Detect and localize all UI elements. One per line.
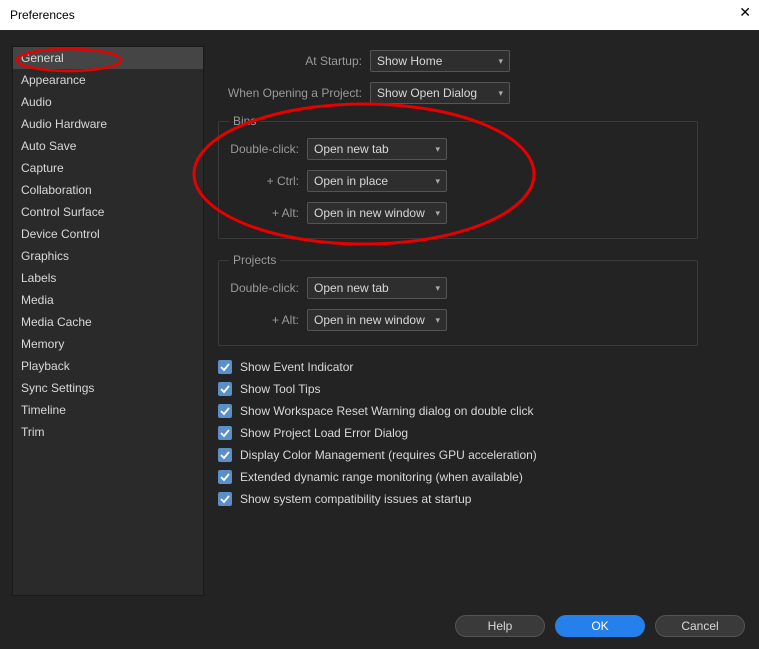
chevron-down-icon: ▾ [435,208,440,219]
projects-alt-label: + Alt: [229,313,307,327]
checkbox-row: Show Workspace Reset Warning dialog on d… [218,404,747,418]
checkbox-row: Display Color Management (requires GPU a… [218,448,747,462]
bins-alt-select[interactable]: Open in new window ▾ [307,202,447,224]
checkbox-list: Show Event Indicator Show Tool Tips Show W… [218,360,747,506]
bins-ctrl-value: Open in place [314,174,388,188]
checkbox[interactable] [218,404,232,418]
projects-alt-select[interactable]: Open in new window ▾ [307,309,447,331]
main-panel: At Startup: Show Home ▾ When Opening a P… [218,46,747,596]
checkbox-label: Show Project Load Error Dialog [240,426,408,440]
sidebar-item-media[interactable]: Media [13,289,203,311]
chevron-down-icon: ▾ [435,283,440,294]
open-project-value: Show Open Dialog [377,86,477,100]
sidebar: GeneralAppearanceAudioAudio HardwareAuto… [12,46,204,596]
projects-alt-value: Open in new window [314,313,425,327]
checkbox-label: Show Workspace Reset Warning dialog on d… [240,404,533,418]
bins-dblclick-label: Double-click: [229,142,307,156]
bins-legend: Bins [229,114,260,128]
sidebar-item-capture[interactable]: Capture [13,157,203,179]
open-project-select[interactable]: Show Open Dialog ▾ [370,82,510,104]
sidebar-item-timeline[interactable]: Timeline [13,399,203,421]
chevron-down-icon: ▾ [435,315,440,326]
checkbox-label: Display Color Management (requires GPU a… [240,448,537,462]
bins-ctrl-label: + Ctrl: [229,174,307,188]
projects-dblclick-select[interactable]: Open new tab ▾ [307,277,447,299]
close-icon[interactable]: ✕ [739,4,751,21]
chevron-down-icon: ▾ [498,56,503,67]
help-button[interactable]: Help [455,615,545,637]
projects-dblclick-label: Double-click: [229,281,307,295]
chevron-down-icon: ▾ [435,176,440,187]
sidebar-item-audio-hardware[interactable]: Audio Hardware [13,113,203,135]
at-startup-value: Show Home [377,54,442,68]
projects-dblclick-value: Open new tab [314,281,389,295]
checkbox-row: Show Event Indicator [218,360,747,374]
sidebar-item-playback[interactable]: Playback [13,355,203,377]
projects-group: Projects Double-click: Open new tab ▾ + … [218,253,698,346]
sidebar-item-trim[interactable]: Trim [13,421,203,443]
titlebar: Preferences ✕ [0,0,759,30]
checkbox-label: Show system compatibility issues at star… [240,492,471,506]
bins-ctrl-select[interactable]: Open in place ▾ [307,170,447,192]
bins-dblclick-value: Open new tab [314,142,389,156]
sidebar-item-audio[interactable]: Audio [13,91,203,113]
sidebar-item-control-surface[interactable]: Control Surface [13,201,203,223]
sidebar-item-memory[interactable]: Memory [13,333,203,355]
at-startup-select[interactable]: Show Home ▾ [370,50,510,72]
sidebar-item-media-cache[interactable]: Media Cache [13,311,203,333]
checkbox-label: Show Tool Tips [240,382,321,396]
window-title: Preferences [10,8,75,22]
chevron-down-icon: ▾ [498,88,503,99]
checkbox-row: Extended dynamic range monitoring (when … [218,470,747,484]
bins-group: Bins Double-click: Open new tab ▾ + Ctrl… [218,114,698,239]
checkbox-label: Extended dynamic range monitoring (when … [240,470,523,484]
sidebar-item-graphics[interactable]: Graphics [13,245,203,267]
checkbox[interactable] [218,448,232,462]
checkbox-label: Show Event Indicator [240,360,353,374]
footer: Help OK Cancel [455,615,745,637]
sidebar-item-sync-settings[interactable]: Sync Settings [13,377,203,399]
sidebar-item-labels[interactable]: Labels [13,267,203,289]
checkbox[interactable] [218,492,232,506]
checkbox-row: Show system compatibility issues at star… [218,492,747,506]
at-startup-label: At Startup: [218,54,370,68]
ok-button[interactable]: OK [555,615,645,637]
checkbox[interactable] [218,426,232,440]
checkbox[interactable] [218,360,232,374]
chevron-down-icon: ▾ [435,144,440,155]
dialog-body: GeneralAppearanceAudioAudio HardwareAuto… [0,30,759,649]
bins-alt-label: + Alt: [229,206,307,220]
checkbox[interactable] [218,470,232,484]
checkbox-row: Show Tool Tips [218,382,747,396]
projects-legend: Projects [229,253,280,267]
checkbox-row: Show Project Load Error Dialog [218,426,747,440]
bins-alt-value: Open in new window [314,206,425,220]
sidebar-item-auto-save[interactable]: Auto Save [13,135,203,157]
sidebar-item-appearance[interactable]: Appearance [13,69,203,91]
open-project-label: When Opening a Project: [218,86,370,100]
bins-dblclick-select[interactable]: Open new tab ▾ [307,138,447,160]
sidebar-item-device-control[interactable]: Device Control [13,223,203,245]
sidebar-item-collaboration[interactable]: Collaboration [13,179,203,201]
sidebar-item-general[interactable]: General [13,47,203,69]
cancel-button[interactable]: Cancel [655,615,745,637]
checkbox[interactable] [218,382,232,396]
